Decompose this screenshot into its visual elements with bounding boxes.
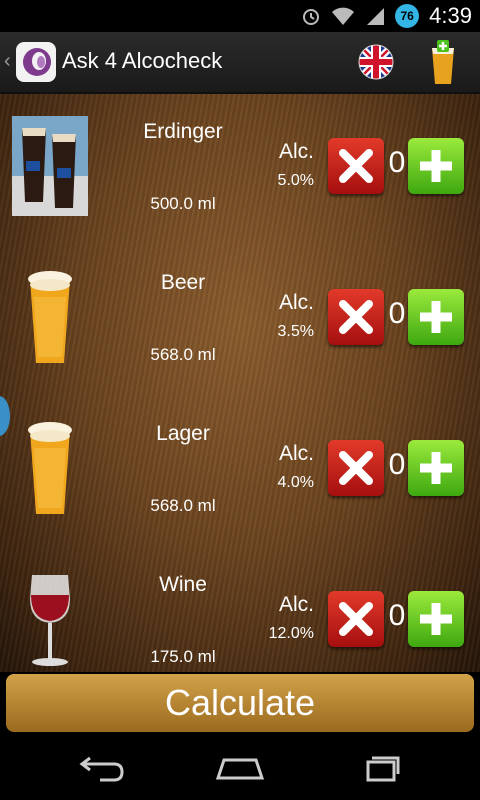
add-button[interactable] [408, 138, 464, 194]
erdinger-glasses-photo [12, 116, 88, 216]
drink-row-beer: Beer 568.0 ml Alc. 3.5% 0 [0, 245, 480, 395]
plus-icon [420, 452, 452, 484]
wine-glass-icon [30, 575, 70, 666]
drink-row-lager: Lager 568.0 ml Alc. 4.0% 0 [0, 396, 480, 546]
beer-add-icon[interactable] [428, 40, 458, 86]
alc-value: 12.0% [268, 625, 314, 642]
add-button[interactable] [408, 289, 464, 345]
drink-row-erdinger: Erdinger 500.0 ml Alc. 5.0% 0 [0, 94, 480, 244]
calculate-button[interactable]: Calculate [6, 674, 474, 732]
drink-count: 0 [388, 146, 406, 179]
uk-flag-icon[interactable] [358, 44, 394, 80]
app-title: Ask 4 Alcocheck [62, 48, 223, 73]
alc-value: 4.0% [277, 474, 314, 491]
alc-value: 3.5% [277, 323, 314, 340]
drink-volume: 175.0 ml [150, 647, 216, 666]
close-icon [339, 602, 373, 636]
plus-icon [420, 301, 452, 333]
alc-label: Alc. [278, 442, 314, 465]
home-icon[interactable] [210, 750, 270, 786]
recent-apps-icon[interactable] [350, 750, 410, 786]
signal-icon [367, 8, 385, 25]
status-time: 4:39 [429, 3, 472, 28]
drink-volume: 568.0 ml [150, 345, 216, 364]
close-icon [339, 149, 373, 183]
alc-label: Alc. [278, 140, 314, 163]
drink-count: 0 [388, 448, 406, 481]
status-bar: 76 4:39 [0, 0, 480, 32]
add-button[interactable] [408, 440, 464, 496]
battery-icon: 76 [395, 4, 420, 28]
drink-volume: 568.0 ml [150, 496, 216, 515]
remove-button[interactable] [328, 591, 384, 647]
action-bar: ‹ Ask 4 Alcocheck [0, 32, 480, 94]
remove-button[interactable] [328, 289, 384, 345]
remove-button[interactable] [328, 440, 384, 496]
plus-icon [420, 603, 452, 635]
app-logo[interactable] [16, 42, 56, 82]
remove-button[interactable] [328, 138, 384, 194]
drink-name: Wine [159, 573, 207, 596]
close-icon [339, 451, 373, 485]
alc-value: 5.0% [277, 172, 314, 189]
drink-volume: 500.0 ml [150, 194, 216, 213]
drink-list[interactable]: Erdinger 500.0 ml Alc. 5.0% 0 Beer 568.0… [0, 94, 480, 672]
navigation-bar [0, 736, 480, 800]
drink-name: Beer [160, 271, 206, 294]
drink-row-wine: Wine 175.0 ml Alc. 12.0% 0 [0, 547, 480, 672]
plus-icon [420, 150, 452, 182]
drink-count: 0 [388, 599, 406, 632]
add-button[interactable] [408, 591, 464, 647]
back-icon[interactable] [70, 750, 130, 786]
beer-pint-icon [28, 271, 72, 363]
drink-name: Lager [156, 422, 210, 445]
wifi-icon [332, 7, 355, 25]
chevron-left-icon[interactable]: ‹ [4, 50, 11, 73]
beer-pint-icon [28, 422, 72, 514]
alarm-icon [303, 9, 320, 25]
alc-label: Alc. [278, 291, 314, 314]
drink-name: Erdinger [143, 120, 223, 143]
close-icon [339, 300, 373, 334]
drink-count: 0 [388, 297, 406, 330]
alc-label: Alc. [278, 593, 314, 616]
